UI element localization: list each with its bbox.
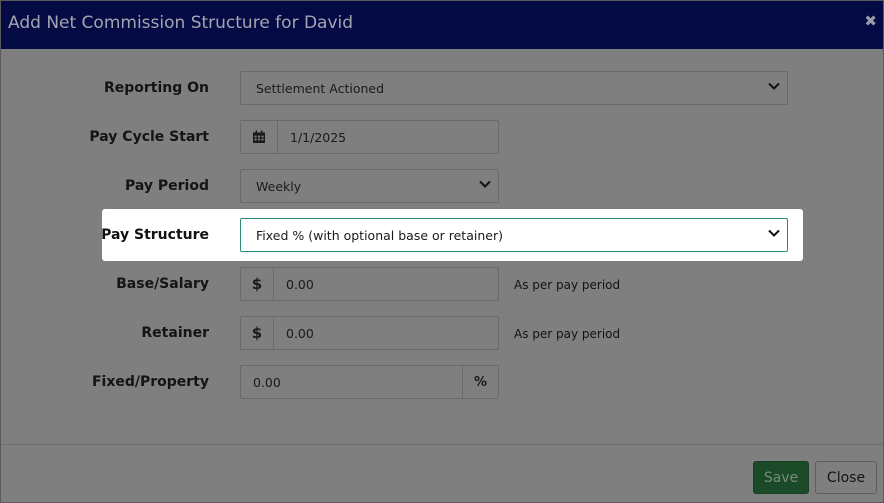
pay-period-label: Pay Period xyxy=(125,178,209,194)
close-icon[interactable]: ✖ xyxy=(864,12,877,30)
pay-period-value: Weekly xyxy=(256,179,302,194)
fixed-property-value: 0.00 xyxy=(253,375,281,390)
base-salary-value: 0.00 xyxy=(286,277,314,292)
pay-cycle-start-label: Pay Cycle Start xyxy=(89,129,209,145)
chevron-down-icon xyxy=(768,229,780,237)
close-button[interactable]: Close xyxy=(815,461,877,494)
dollar-icon: $ xyxy=(241,268,274,300)
pay-cycle-start-field[interactable]: 1/1/2025 xyxy=(240,120,499,154)
base-salary-label: Base/Salary xyxy=(116,276,209,292)
chevron-down-icon xyxy=(768,82,780,90)
fixed-property-field[interactable]: 0.00 % xyxy=(240,365,499,399)
pay-period-select[interactable]: Weekly xyxy=(240,169,499,203)
percent-icon: % xyxy=(462,366,498,398)
pay-structure-select[interactable]: Fixed % (with optional base or retainer) xyxy=(240,218,788,252)
modal-dialog: Add Net Commission Structure for David ✖… xyxy=(0,0,884,503)
pay-structure-label: Pay Structure xyxy=(101,227,209,243)
pay-cycle-start-value: 1/1/2025 xyxy=(290,130,347,145)
modal-title: Add Net Commission Structure for David xyxy=(8,13,354,33)
reporting-on-value: Settlement Actioned xyxy=(256,81,385,96)
modal-header: Add Net Commission Structure for David ✖ xyxy=(1,1,883,49)
footer-divider xyxy=(1,444,883,445)
dollar-icon: $ xyxy=(241,317,274,349)
base-salary-field[interactable]: $ 0.00 xyxy=(240,267,499,301)
chevron-down-icon xyxy=(479,180,491,188)
reporting-on-label: Reporting On xyxy=(103,80,209,96)
fixed-property-label: Fixed/Property xyxy=(91,374,209,390)
reporting-on-select[interactable]: Settlement Actioned xyxy=(240,71,788,105)
retainer-hint: As per pay period xyxy=(514,327,621,341)
pay-structure-value: Fixed % (with optional base or retainer) xyxy=(256,228,503,243)
retainer-label: Retainer xyxy=(141,325,209,341)
calendar-icon[interactable] xyxy=(241,121,278,153)
retainer-field[interactable]: $ 0.00 xyxy=(240,316,499,350)
save-button[interactable]: Save xyxy=(753,461,809,494)
base-salary-hint: As per pay period xyxy=(514,278,621,292)
retainer-value: 0.00 xyxy=(286,326,314,341)
